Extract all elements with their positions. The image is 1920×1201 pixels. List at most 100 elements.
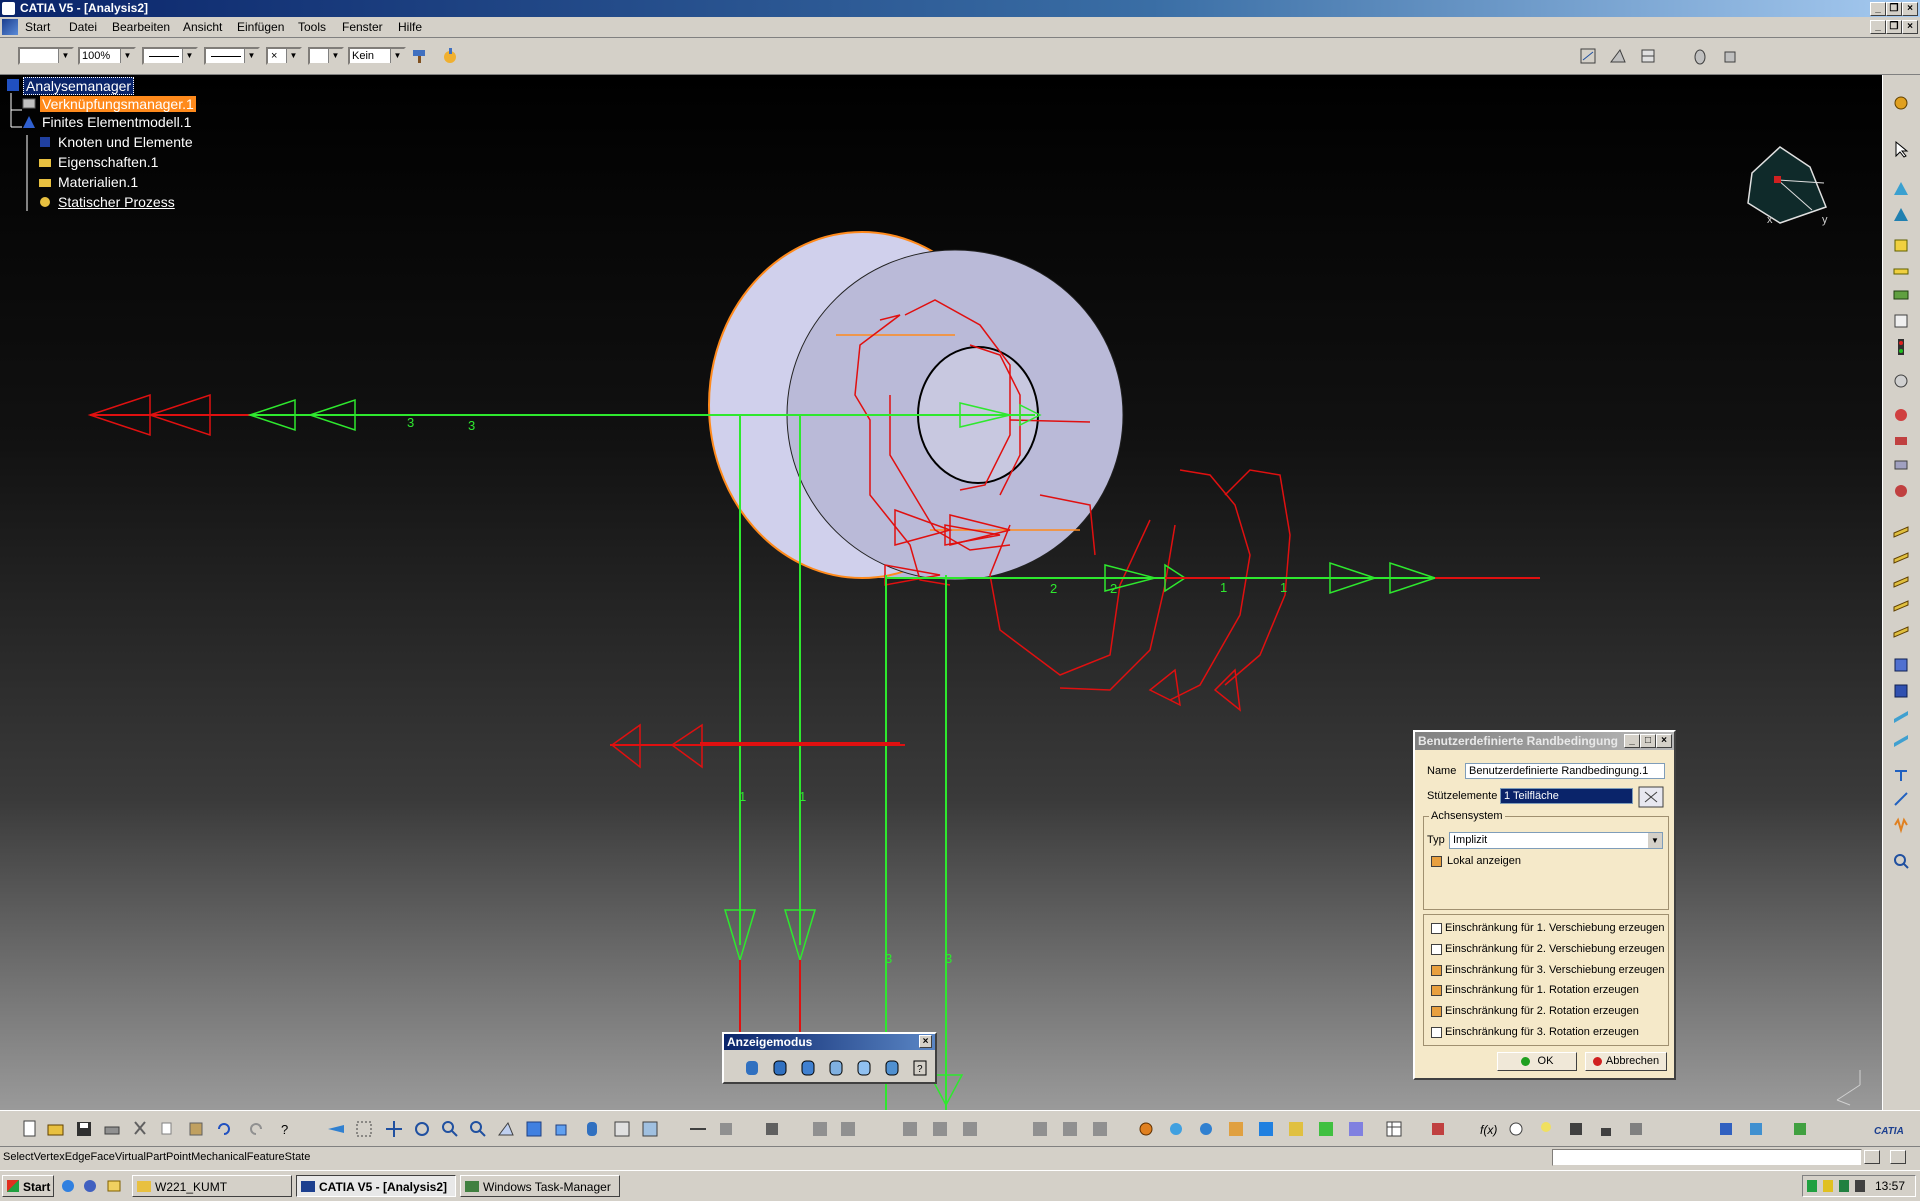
shell-property-icon[interactable]: [1891, 261, 1911, 281]
tools-icon[interactable]: [1428, 1119, 1448, 1139]
display-mode-close-button[interactable]: ×: [919, 1035, 932, 1048]
tree-view-icon[interactable]: [1790, 1119, 1810, 1139]
menu-fenster[interactable]: Fenster: [339, 19, 386, 35]
normal-view-icon[interactable]: [496, 1119, 516, 1139]
redo-icon[interactable]: [246, 1119, 266, 1139]
formula-icon[interactable]: f(x): [1478, 1119, 1498, 1139]
lock-icon[interactable]: [1596, 1119, 1616, 1139]
principal-stress-icon[interactable]: [960, 1119, 980, 1139]
undo-icon[interactable]: [214, 1119, 234, 1139]
tree-item-analysis-manager[interactable]: Analysemanager: [23, 77, 135, 95]
tray-network-icon[interactable]: [1807, 1180, 1817, 1192]
dialog-minimize-button[interactable]: _: [1624, 734, 1640, 748]
save-icon[interactable]: [74, 1119, 94, 1139]
hidden-line-icon[interactable]: [854, 1058, 874, 1078]
sphere-icon[interactable]: [1891, 371, 1911, 391]
comment-icon[interactable]: [1506, 1119, 1526, 1139]
fly-mode-icon[interactable]: [326, 1119, 346, 1139]
command-input[interactable]: [1552, 1149, 1862, 1166]
menu-bearbeiten[interactable]: Bearbeiten: [109, 19, 173, 35]
open-folder-icon[interactable]: [46, 1119, 66, 1139]
restriction-rotation-1-checkbox[interactable]: [1431, 985, 1442, 996]
iso-static-icon[interactable]: [1891, 481, 1911, 501]
compute-icon[interactable]: [762, 1119, 782, 1139]
line-type-combo[interactable]: ▼: [204, 47, 260, 65]
task-taskmanager[interactable]: Windows Task-Manager: [460, 1175, 620, 1197]
shading-edges-icon[interactable]: [770, 1058, 790, 1078]
cut-plane-icon[interactable]: [1090, 1119, 1110, 1139]
copy-icon[interactable]: [158, 1119, 178, 1139]
fit-all-icon[interactable]: [354, 1119, 374, 1139]
task-catia[interactable]: CATIA V5 - [Analysis2]: [296, 1175, 456, 1197]
clamp-icon[interactable]: [1891, 405, 1911, 425]
network-icon[interactable]: [1746, 1119, 1766, 1139]
smooth-virtual-part-icon[interactable]: [1891, 789, 1911, 809]
maximize-button[interactable]: ❐: [1886, 2, 1902, 16]
translation-displacement-icon[interactable]: [930, 1119, 950, 1139]
transparency-combo[interactable]: 100% ▼: [78, 47, 136, 65]
gear-icon[interactable]: [1891, 93, 1911, 113]
print-icon[interactable]: [102, 1119, 122, 1139]
acceleration-icon[interactable]: [1891, 619, 1911, 639]
sensors-icon[interactable]: [1166, 1119, 1186, 1139]
advanced-restraint-icon[interactable]: [1891, 455, 1911, 475]
pressure-icon[interactable]: [1891, 519, 1911, 539]
bearing-load-icon[interactable]: [1891, 593, 1911, 613]
material-shading-icon[interactable]: [882, 1058, 902, 1078]
display-mode-icon[interactable]: [582, 1119, 602, 1139]
pan-tool-icon[interactable]: [1720, 46, 1740, 66]
rotate-icon[interactable]: [412, 1119, 432, 1139]
color-combo[interactable]: ▼: [18, 47, 74, 65]
solid-property-icon[interactable]: [1891, 235, 1911, 255]
rigid-connection-icon[interactable]: [1891, 729, 1911, 749]
compass-tool-icon[interactable]: [1638, 46, 1658, 66]
point-symbol-combo[interactable]: × ▼: [266, 47, 302, 65]
precision-icon[interactable]: [1030, 1119, 1050, 1139]
display-mode-title[interactable]: Anzeigemodus: [724, 1034, 935, 1050]
restriction-rotation-3-checkbox[interactable]: [1431, 1027, 1442, 1038]
shading-icon[interactable]: [742, 1058, 762, 1078]
tree-item-static-case[interactable]: Statischer Prozess: [56, 193, 177, 211]
custom-view-icon[interactable]: ?: [910, 1058, 930, 1078]
virtual-part-icon[interactable]: [1891, 765, 1911, 785]
swap-space-icon[interactable]: [640, 1119, 660, 1139]
knowledge-icon[interactable]: [1626, 1119, 1646, 1139]
compass-widget[interactable]: x y: [1747, 146, 1828, 226]
line-thickness-combo[interactable]: ▼: [142, 47, 198, 65]
mesh-icon[interactable]: [810, 1119, 830, 1139]
tree-item-nodes[interactable]: Knoten und Elemente: [56, 133, 195, 151]
zoom-in-icon[interactable]: [440, 1119, 460, 1139]
doc-restore-button[interactable]: ❐: [1886, 20, 1902, 34]
name-field[interactable]: Benutzerdefinierte Randbedingung.1: [1465, 763, 1665, 779]
ok-button[interactable]: OK: [1497, 1052, 1577, 1071]
clock[interactable]: 13:57: [1875, 1178, 1905, 1194]
menu-hilfe[interactable]: Hilfe: [395, 19, 425, 35]
cancel-button[interactable]: Abbrechen: [1585, 1052, 1667, 1071]
apply-material-icon[interactable]: [1226, 1119, 1246, 1139]
report-icon[interactable]: [1346, 1119, 1366, 1139]
restraint-icon[interactable]: [1891, 431, 1911, 451]
beam-property-icon[interactable]: [1891, 285, 1911, 305]
mesh-part-2-icon[interactable]: [1891, 205, 1911, 225]
dialog-maximize-button[interactable]: □: [1640, 734, 1656, 748]
connection-icon[interactable]: [1891, 655, 1911, 675]
catalog-icon[interactable]: [1566, 1119, 1586, 1139]
zoom-analysis-icon[interactable]: [1891, 851, 1911, 871]
compute-ball-icon[interactable]: [1136, 1119, 1156, 1139]
traffic-light-icon[interactable]: [1891, 337, 1911, 357]
color-map-icon[interactable]: [1316, 1119, 1336, 1139]
render-style-combo[interactable]: ▼: [308, 47, 344, 65]
support-field[interactable]: 1 Teilfläche: [1500, 788, 1633, 804]
menu-ansicht[interactable]: Ansicht: [180, 19, 225, 35]
local-display-checkbox[interactable]: [1431, 856, 1442, 867]
bushing-part[interactable]: [708, 231, 1124, 581]
image-deformation-icon[interactable]: [838, 1119, 858, 1139]
user-material-icon[interactable]: [1891, 311, 1911, 331]
type-select[interactable]: Implizit ▼: [1449, 832, 1663, 849]
globe-icon[interactable]: [1196, 1119, 1216, 1139]
workbench-icon[interactable]: [1716, 1119, 1736, 1139]
hide-show-icon[interactable]: [612, 1119, 632, 1139]
quicklaunch-desktop-icon[interactable]: [82, 1178, 98, 1194]
format-painter-icon[interactable]: [410, 46, 430, 66]
new-file-icon[interactable]: [20, 1119, 40, 1139]
